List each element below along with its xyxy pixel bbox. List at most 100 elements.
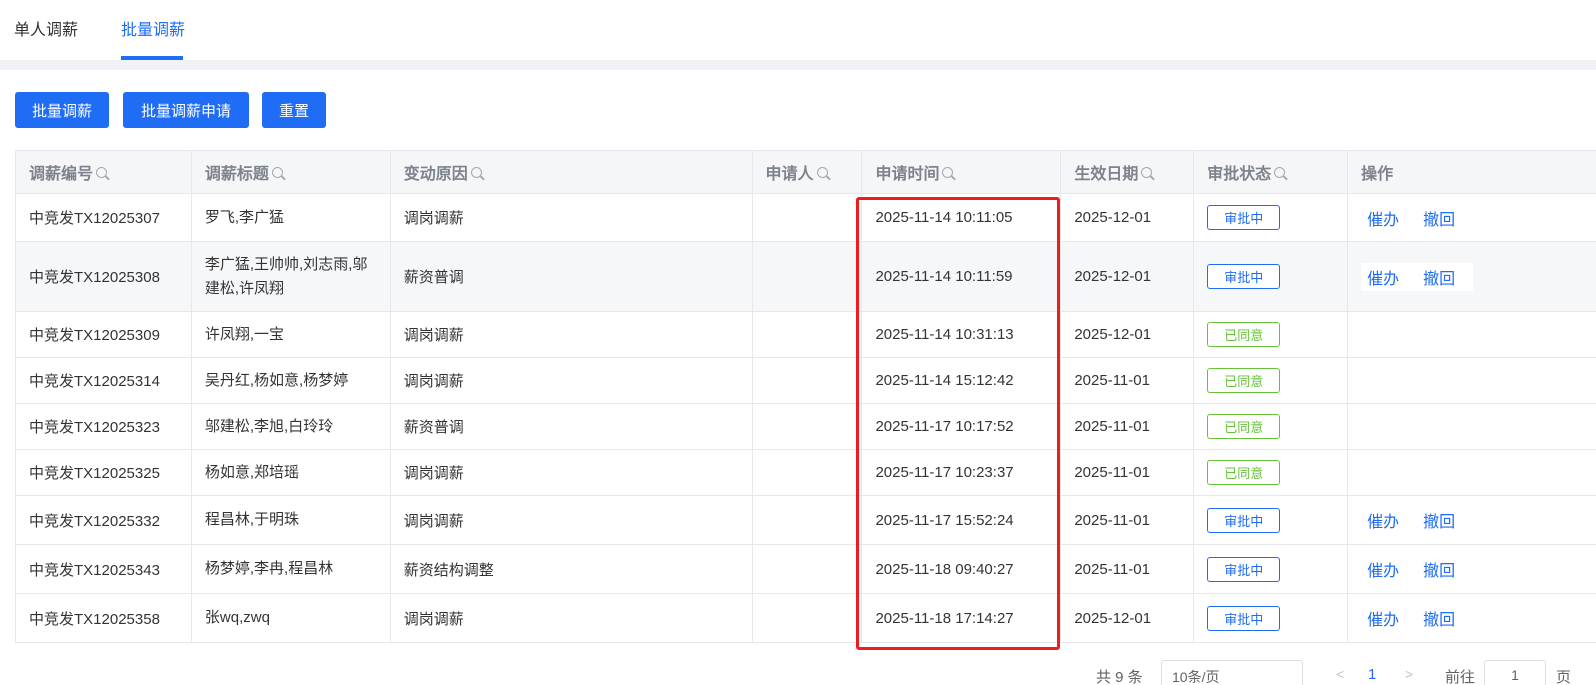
header-cell-reason: 变动原因 xyxy=(391,151,753,193)
cell-id-text: 中竞发TX12025332 xyxy=(29,512,160,530)
cell-reason-text: 调岗调薪 xyxy=(403,610,464,628)
cell-title-text: 吴丹红,杨如意,杨梦婷 xyxy=(204,371,349,389)
search-icon[interactable] xyxy=(271,166,283,178)
cell-id: 中竞发TX12025307 xyxy=(16,194,192,241)
cell-apply-time: 2025-11-18 09:40:27 xyxy=(862,545,1062,593)
table-row: 中竞发TX12025308 李广猛,王帅帅,刘志雨,邬建松,许凤翔 薪资普调 2025… xyxy=(16,242,1596,312)
cell-reason: 调岗调薪 xyxy=(391,450,753,495)
cell-reason: 调岗调薪 xyxy=(391,496,753,544)
cell-reason-text: 薪资普调 xyxy=(403,419,464,436)
cell-effective-date-text: 2025-11-01 xyxy=(1074,560,1150,578)
withdraw-button[interactable]: 撤回 xyxy=(1423,508,1455,532)
cell-apply-time-text: 2025-11-18 17:14:27 xyxy=(875,609,1014,627)
cell-reason: 调岗调薪 xyxy=(391,594,753,642)
cell-apply-time-text: 2025-11-14 10:11:05 xyxy=(875,209,1013,226)
tab-single-adjust[interactable]: 单人调薪 xyxy=(14,16,78,40)
prev-page-button[interactable]: < xyxy=(1336,666,1344,682)
urge-button[interactable]: 催办 xyxy=(1367,606,1399,630)
table-row: 中竞发TX12025314 吴丹红,杨如意,杨梦婷 调岗调薪 2025-11-14 1… xyxy=(16,358,1596,404)
search-icon[interactable] xyxy=(1141,166,1153,178)
cell-apply-time-text: 2025-11-14 10:11:59 xyxy=(875,268,1013,285)
cell-actions: 催办 撤回 xyxy=(1348,496,1596,544)
cell-status: 审批中 xyxy=(1194,242,1349,311)
cell-title: 许凤翔,一宝 xyxy=(192,312,391,357)
header-cell-effective-date: 生效日期 xyxy=(1061,151,1195,193)
cell-effective-date: 2025-11-01 xyxy=(1061,450,1195,495)
table-row: 中竞发TX12025307 罗飞,李广猛 调岗调薪 2025-11-14 10:11:… xyxy=(16,194,1596,242)
cell-title: 杨如意,郑培瑶 xyxy=(192,450,391,495)
cell-id: 中竞发TX12025323 xyxy=(16,404,192,449)
next-page-button[interactable]: > xyxy=(1405,666,1413,682)
cell-applicant xyxy=(753,358,863,403)
cell-reason-text: 调岗调薪 xyxy=(403,327,464,344)
cell-actions xyxy=(1348,450,1596,495)
tab-bar: 单人调薪 批量调薪 xyxy=(0,0,1596,60)
action-group: 催办 撤回 xyxy=(1361,203,1474,232)
table-row: 中竞发TX12025323 邬建松,李旭,白玲玲 薪资普调 2025-11-17 10… xyxy=(16,404,1596,450)
cell-id-text: 中竞发TX12025325 xyxy=(29,465,160,482)
urge-button[interactable]: 催办 xyxy=(1367,265,1399,289)
status-badge: 已同意 xyxy=(1207,322,1281,347)
cell-status: 审批中 xyxy=(1194,594,1349,642)
cell-title-text: 杨梦婷,李冉,程昌林 xyxy=(204,560,334,577)
withdraw-button[interactable]: 撤回 xyxy=(1423,265,1455,289)
cell-actions xyxy=(1348,312,1596,357)
cell-actions: 催办 撤回 xyxy=(1348,545,1596,593)
batch-apply-button[interactable]: 批量调薪申请 xyxy=(123,92,249,128)
cell-title: 程昌林,于明珠 xyxy=(192,496,391,544)
goto-page-input[interactable]: 1 xyxy=(1484,660,1546,685)
cell-apply-time-text: 2025-11-17 10:17:52 xyxy=(875,418,1014,435)
batch-adjust-button[interactable]: 批量调薪 xyxy=(15,92,109,128)
cell-reason-text: 调岗调薪 xyxy=(403,512,464,530)
cell-id-text: 中竞发TX12025343 xyxy=(29,561,160,579)
search-icon[interactable] xyxy=(942,166,954,178)
cell-effective-date: 2025-11-01 xyxy=(1061,545,1195,593)
table-header-row: 调薪编号 调薪标题 变动原因 申请人 申请时间 生效日期 审批状态 操作 xyxy=(16,151,1596,194)
search-icon[interactable] xyxy=(1274,166,1286,178)
action-group: 催办 撤回 xyxy=(1361,262,1474,291)
cell-id-text: 中竞发TX12025309 xyxy=(29,327,160,344)
search-icon[interactable] xyxy=(816,166,828,178)
search-icon[interactable] xyxy=(470,166,482,178)
cell-title: 邬建松,李旭,白玲玲 xyxy=(192,404,391,449)
cell-id-text: 中竞发TX12025307 xyxy=(29,210,160,227)
status-badge: 审批中 xyxy=(1207,205,1281,230)
urge-button[interactable]: 催办 xyxy=(1367,508,1399,532)
search-icon[interactable] xyxy=(96,166,108,178)
header-cell-apply-time: 申请时间 xyxy=(862,151,1062,193)
table-row: 中竞发TX12025358 张wq,zwq 调岗调薪 2025-11-18 17:14… xyxy=(16,594,1596,643)
table-row: 中竞发TX12025343 杨梦婷,李冉,程昌林 薪资结构调整 2025-11-18 … xyxy=(16,545,1596,594)
cell-actions: 催办 撤回 xyxy=(1348,594,1596,642)
urge-button[interactable]: 催办 xyxy=(1367,557,1399,581)
status-badge: 审批中 xyxy=(1207,507,1281,533)
cell-title: 杨梦婷,李冉,程昌林 xyxy=(192,545,391,593)
withdraw-button[interactable]: 撤回 xyxy=(1423,557,1455,581)
withdraw-button[interactable]: 撤回 xyxy=(1423,206,1455,230)
cell-title-text: 程昌林,于明珠 xyxy=(204,511,300,528)
cell-status: 已同意 xyxy=(1194,404,1349,449)
cell-applicant xyxy=(753,496,863,544)
cell-effective-date-text: 2025-12-01 xyxy=(1074,268,1152,285)
cell-reason-text: 调岗调薪 xyxy=(403,210,464,227)
status-badge: 审批中 xyxy=(1207,264,1281,289)
cell-apply-time-text: 2025-11-17 10:23:37 xyxy=(875,464,1014,481)
cell-effective-date-text: 2025-11-01 xyxy=(1074,511,1150,529)
urge-button[interactable]: 催办 xyxy=(1367,206,1399,230)
cell-status: 审批中 xyxy=(1194,545,1349,593)
header-label: 操作 xyxy=(1361,166,1394,183)
cell-title: 张wq,zwq xyxy=(192,594,391,642)
cell-title: 罗飞,李广猛 xyxy=(192,194,391,241)
page-size-select[interactable]: 10条/页 xyxy=(1161,660,1303,685)
withdraw-button[interactable]: 撤回 xyxy=(1423,606,1455,630)
table-row: 中竞发TX12025325 杨如意,郑培瑶 调岗调薪 2025-11-17 10:23… xyxy=(16,450,1596,496)
cell-status: 审批中 xyxy=(1194,496,1349,544)
tab-batch-adjust[interactable]: 批量调薪 xyxy=(121,16,185,40)
cell-id-text: 中竞发TX12025323 xyxy=(29,419,160,436)
cell-applicant xyxy=(753,194,863,241)
current-page[interactable]: 1 xyxy=(1368,666,1376,683)
cell-id-text: 中竞发TX12025358 xyxy=(29,610,160,628)
cell-applicant xyxy=(753,450,863,495)
reset-button[interactable]: 重置 xyxy=(262,92,326,128)
cell-actions xyxy=(1348,404,1596,449)
table-body: 中竞发TX12025307 罗飞,李广猛 调岗调薪 2025-11-14 10:11:… xyxy=(16,194,1596,643)
